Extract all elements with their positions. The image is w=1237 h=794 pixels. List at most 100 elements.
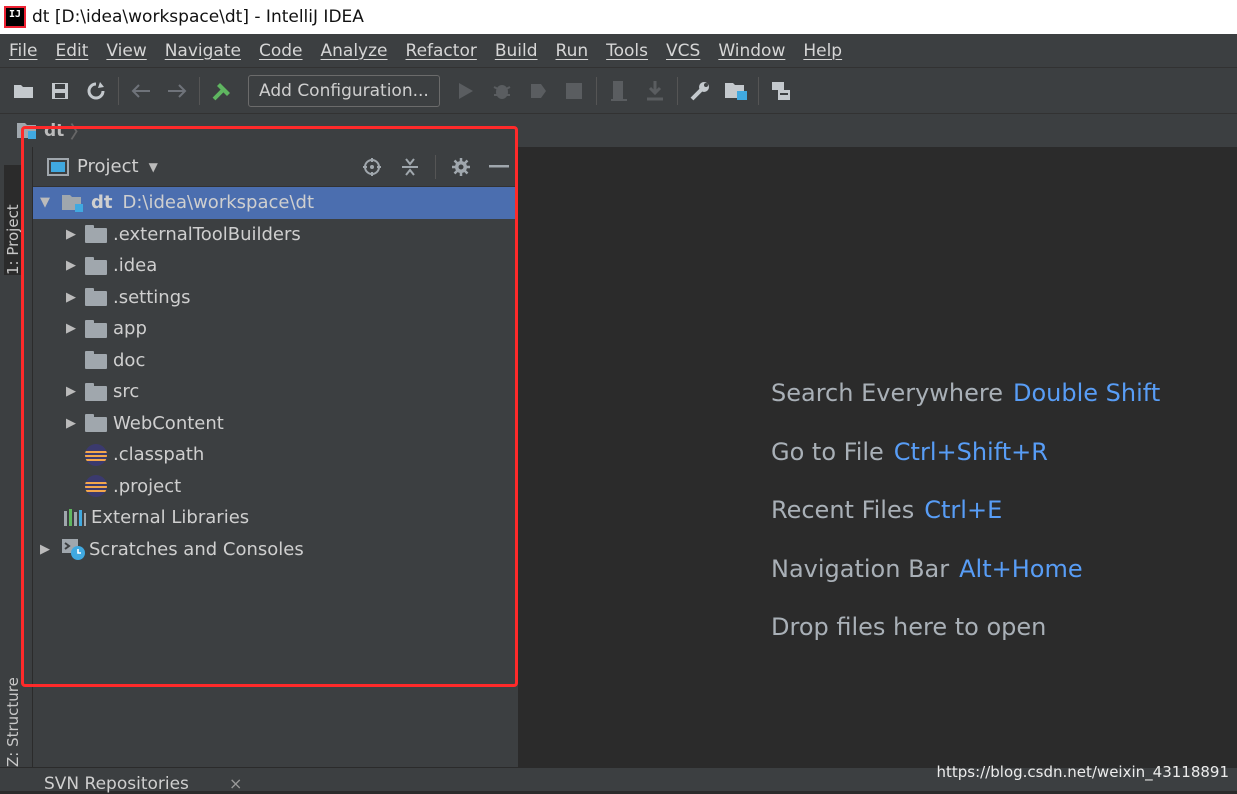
menu-analyze[interactable]: Analyze: [312, 41, 397, 61]
expand-right-icon[interactable]: ▶: [63, 321, 79, 336]
tree-item-src[interactable]: ▶ src: [33, 376, 518, 408]
menu-tools[interactable]: Tools: [597, 41, 657, 61]
tree-item-label: WebContent: [113, 412, 224, 434]
menu-edit[interactable]: Edit: [46, 41, 97, 61]
scratches-icon: [62, 539, 85, 561]
project-structure-icon[interactable]: [718, 73, 754, 109]
toolbar-separator: [757, 76, 759, 105]
menu-view[interactable]: View: [97, 41, 155, 61]
expand-right-icon[interactable]: ▶: [37, 542, 53, 557]
close-icon[interactable]: ×: [229, 774, 242, 793]
tree-item-scratches[interactable]: ▶ Scratches and Consoles: [33, 534, 518, 566]
tree-item-label: src: [113, 381, 140, 403]
sync-icon[interactable]: [78, 73, 114, 109]
open-folder-icon[interactable]: [6, 73, 42, 109]
tree-item-webcontent[interactable]: ▶ WebContent: [33, 408, 518, 440]
menu-bar: File Edit View Navigate Code Analyze Ref…: [0, 34, 1237, 67]
title-bar: IJ dt [D:\idea\workspace\dt] - IntelliJ …: [0, 0, 1237, 34]
build-hammer-icon[interactable]: [204, 73, 240, 109]
vcs-commit-icon[interactable]: [637, 73, 673, 109]
tree-item-doc[interactable]: doc: [33, 345, 518, 377]
tree-item-externaltoolbuilders[interactable]: ▶ .externalToolBuilders: [33, 219, 518, 251]
root-module-name: dt: [91, 192, 113, 214]
menu-file[interactable]: File: [0, 41, 46, 61]
menu-run[interactable]: Run: [547, 41, 598, 61]
breadcrumb[interactable]: dt 〉: [16, 118, 87, 143]
hint-text: Navigation Bar: [771, 555, 950, 583]
hint-text: Recent Files: [771, 496, 915, 524]
gear-icon[interactable]: [442, 152, 480, 182]
hint-text: Drop files here to open: [771, 613, 1047, 641]
hide-panel-icon[interactable]: [480, 152, 518, 182]
tree-item-label: Scratches and Consoles: [89, 538, 304, 560]
expand-right-icon[interactable]: ▶: [63, 416, 79, 431]
tree-item-idea[interactable]: ▶ .idea: [33, 250, 518, 282]
tree-item-app[interactable]: ▶ app: [33, 313, 518, 345]
coverage-icon[interactable]: [520, 73, 556, 109]
collapse-all-icon[interactable]: [391, 152, 429, 182]
hint-shortcut: Ctrl+Shift+R: [893, 438, 1048, 466]
run-icon[interactable]: [448, 73, 484, 109]
intellij-logo-icon: IJ: [4, 6, 26, 28]
tree-item-settings[interactable]: ▶ .settings: [33, 282, 518, 314]
project-tool-tab-label: 1: Project: [4, 204, 22, 275]
locate-file-icon[interactable]: [353, 152, 391, 182]
menu-refactor[interactable]: Refactor: [397, 41, 486, 61]
expand-down-icon[interactable]: ▼: [37, 195, 53, 210]
debug-icon[interactable]: [484, 73, 520, 109]
watermark-url: https://blog.csdn.net/weixin_43118891: [936, 763, 1229, 781]
hint-text: Go to File: [771, 438, 884, 466]
chevron-down-icon[interactable]: ▼: [149, 160, 158, 174]
tree-item-label: app: [113, 318, 147, 340]
tree-item-label: External Libraries: [91, 507, 250, 529]
project-view-icon: [47, 157, 69, 176]
hint-shortcut: Ctrl+E: [924, 496, 1003, 524]
structure-tool-tab[interactable]: Z: Structure: [4, 667, 22, 767]
tree-root-row[interactable]: ▼ dt D:\idea\workspace\dt: [33, 187, 518, 219]
menu-vcs[interactable]: VCS: [657, 41, 709, 61]
back-arrow-icon[interactable]: [123, 73, 159, 109]
tree-item-label: .classpath: [113, 444, 205, 466]
save-icon[interactable]: [42, 73, 78, 109]
left-tool-strip: 1: Project Z: Structure: [0, 147, 33, 767]
settings-wrench-icon[interactable]: [682, 73, 718, 109]
project-panel-title[interactable]: Project: [77, 156, 139, 177]
hint-shortcut: Double Shift: [1013, 379, 1161, 407]
project-tool-tab[interactable]: 1: Project: [4, 165, 22, 275]
add-configuration-button[interactable]: Add Configuration...: [248, 74, 440, 107]
folder-icon: [85, 351, 107, 370]
expand-right-icon[interactable]: ▶: [63, 227, 79, 242]
tree-item-project[interactable]: .project: [33, 471, 518, 503]
tree-item-external-libraries[interactable]: External Libraries: [33, 502, 518, 534]
stop-icon[interactable]: [556, 73, 592, 109]
root-module-path: D:\idea\workspace\dt: [122, 192, 315, 214]
forward-arrow-icon[interactable]: [159, 73, 195, 109]
module-folder-icon: [17, 122, 36, 139]
hint-drop-files: Drop files here to open: [771, 613, 1046, 641]
tree-item-label: .project: [113, 475, 182, 497]
menu-build[interactable]: Build: [486, 41, 547, 61]
folder-icon: [85, 256, 107, 275]
project-tree: ▼ dt D:\idea\workspace\dt ▶ .externalToo…: [33, 187, 518, 565]
hint-navigation-bar: Navigation Bar Alt+Home: [771, 555, 1083, 583]
menu-code[interactable]: Code: [250, 41, 312, 61]
chevron-right-icon: 〉: [70, 123, 88, 143]
svn-repositories-tab[interactable]: SVN Repositories: [44, 774, 189, 794]
breadcrumb-project: dt: [44, 120, 65, 141]
vcs-update-icon[interactable]: [601, 73, 637, 109]
folder-icon: [85, 319, 107, 338]
tree-item-label: doc: [113, 349, 146, 371]
sdk-manager-icon[interactable]: [763, 73, 799, 109]
expand-right-icon[interactable]: ▶: [63, 258, 79, 273]
expand-right-icon[interactable]: ▶: [63, 384, 79, 399]
menu-help[interactable]: Help: [794, 41, 851, 61]
navigation-bar: dt 〉: [0, 113, 1237, 147]
tree-item-classpath[interactable]: .classpath: [33, 439, 518, 471]
expand-right-icon[interactable]: ▶: [63, 290, 79, 305]
hint-search-everywhere: Search Everywhere Double Shift: [771, 379, 1160, 407]
hint-shortcut: Alt+Home: [959, 555, 1083, 583]
main-toolbar: Add Configuration...: [0, 67, 1237, 113]
menu-window[interactable]: Window: [709, 41, 794, 61]
menu-navigate[interactable]: Navigate: [156, 41, 250, 61]
tree-item-label: .idea: [113, 255, 158, 277]
